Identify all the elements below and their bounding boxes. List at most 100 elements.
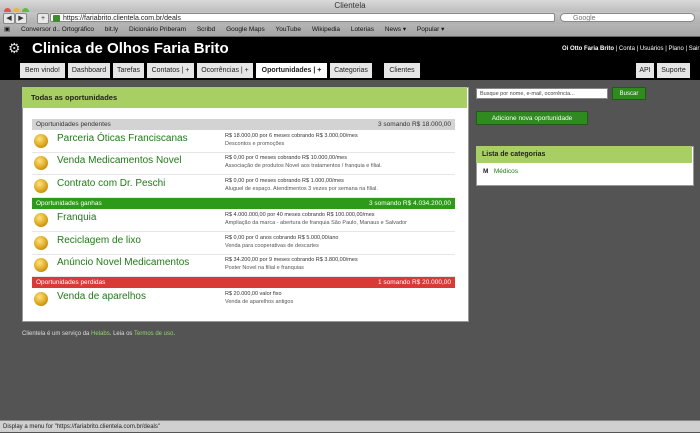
section-title: Oportunidades ganhas: [36, 200, 102, 207]
bookmark-item[interactable]: Dicionário Priberam: [129, 26, 186, 33]
bookmark-item[interactable]: Loterias: [351, 26, 374, 33]
categories-title: Lista de categorias: [476, 146, 692, 163]
browser-search-placeholder: Google: [573, 15, 596, 22]
favicon-icon: [53, 15, 60, 22]
tab-oportunidades[interactable]: Oportunidades | +: [256, 63, 327, 78]
section-title: Oportunidades pendentes: [36, 121, 111, 128]
forward-icon[interactable]: ▶: [15, 13, 27, 24]
category-badge: M: [483, 168, 489, 175]
user-links: Oi Otto Faria Brito | Conta | Usuários |…: [562, 46, 700, 52]
deal-value: R$ 0,00 por 0 anos cobrando R$ 5.000,00/…: [225, 235, 339, 241]
bookmark-item[interactable]: Conversor d.. Ortográfico: [21, 26, 94, 33]
bookmark-item[interactable]: bit.ly: [105, 26, 118, 33]
add-bookmark-icon[interactable]: +: [37, 13, 49, 24]
deal-row[interactable]: Franquia R$ 4.000.000,00 por 40 meses co…: [32, 209, 455, 232]
deal-description: Associação de produtos Novel aos tratame…: [225, 163, 382, 169]
deal-name[interactable]: Reciclagem de lixo: [57, 235, 141, 246]
deal-value: R$ 0,00 por 0 meses cobrando R$ 1.000,00…: [225, 178, 344, 184]
section-summary: 1 somando R$ 20.000,00: [378, 279, 451, 286]
category-item: M Médicos: [483, 168, 518, 175]
deal-row[interactable]: Parceria Óticas Franciscanas R$ 18.000,0…: [32, 130, 455, 153]
gear-icon: ⚙: [8, 40, 21, 56]
tab-tarefas[interactable]: Tarefas: [113, 63, 144, 78]
browser-search-field[interactable]: Google: [560, 13, 695, 22]
deal-row[interactable]: Venda Medicamentos Novel R$ 0,00 por 0 m…: [32, 152, 455, 175]
footer-text: Clientela é um serviço da: [22, 331, 92, 337]
coins-icon: [34, 134, 48, 148]
bookmark-item[interactable]: News ▾: [385, 26, 406, 33]
panel-title: Todas as oportunidades: [22, 87, 467, 108]
section-summary: 3 somando R$ 18.000,00: [378, 121, 451, 128]
coins-icon: [34, 236, 48, 250]
url-text: https://fariabrito.clientela.com.br/deal…: [63, 15, 181, 22]
tab-ocorrencias[interactable]: Ocorrências | +: [197, 63, 253, 78]
bookmark-item[interactable]: Google Maps: [226, 26, 265, 33]
section-title: Oportunidades perdidas: [36, 279, 106, 286]
user-greeting: Oi Otto Faria Brito: [562, 46, 615, 52]
tab-clientes[interactable]: Clientes: [384, 63, 420, 78]
coins-icon: [34, 179, 48, 193]
footer-text: .: [173, 331, 176, 337]
deal-value: R$ 18.000,00 por 6 meses cobrando R$ 3.0…: [225, 133, 358, 139]
deal-name[interactable]: Anúncio Novel Medicamentos: [57, 257, 189, 268]
deal-value: R$ 20.000,00 valor fixo: [225, 291, 282, 297]
deal-description: Aluguel de espaço. Atendimentos 3 vezes …: [225, 186, 378, 192]
search-button[interactable]: Buscar: [612, 87, 646, 100]
category-link-medicos[interactable]: Médicos: [494, 168, 518, 175]
window-title: Clientela: [334, 1, 366, 10]
window-titlebar: Clientela: [0, 0, 700, 12]
address-bar[interactable]: https://fariabrito.clientela.com.br/deal…: [50, 13, 555, 22]
deal-description: Venda de aparelhos antigos: [225, 299, 294, 305]
section-won-header: Oportunidades ganhas 3 somando R$ 4.034.…: [32, 198, 455, 209]
tab-dashboard[interactable]: Dashboard: [68, 63, 110, 78]
footer-text: . Leia os: [109, 331, 134, 337]
deal-row[interactable]: Contrato com Dr. Peschi R$ 0,00 por 0 me…: [32, 175, 455, 198]
deal-row[interactable]: Reciclagem de lixo R$ 0,00 por 0 anos co…: [32, 232, 455, 255]
deal-description: Ampliação da marca - abertura de franqui…: [225, 220, 407, 226]
bookmark-item[interactable]: Scribd: [197, 26, 215, 33]
tab-bem-vindo[interactable]: Bem vindo!: [20, 63, 65, 78]
deal-description: Poster Novel na filial e franquias: [225, 265, 304, 271]
section-pending-header: Oportunidades pendentes 3 somando R$ 18.…: [32, 119, 455, 130]
status-bar: Display a menu for "https://fariabrito.c…: [0, 420, 700, 432]
coins-icon: [34, 156, 48, 170]
tab-api[interactable]: API: [636, 63, 654, 78]
bookmark-item[interactable]: YouTube: [275, 26, 301, 33]
deal-row[interactable]: Venda de aparelhos R$ 20.000,00 valor fi…: [32, 288, 455, 310]
back-icon[interactable]: ◀: [3, 13, 15, 24]
bookmark-item[interactable]: Wikipedia: [312, 26, 340, 33]
deal-description: Venda para cooperativas de descartes: [225, 243, 319, 249]
deal-name[interactable]: Venda de aparelhos: [57, 291, 146, 302]
tab-contatos[interactable]: Contatos | +: [147, 63, 194, 78]
coins-icon: [34, 292, 48, 306]
terms-link[interactable]: Termos de uso: [134, 331, 173, 337]
deal-name[interactable]: Venda Medicamentos Novel: [57, 155, 182, 166]
deal-value: R$ 0,00 por 0 meses cobrando R$ 10.000,0…: [225, 155, 347, 161]
link-usuarios[interactable]: Usuários: [640, 46, 664, 52]
tab-categorias[interactable]: Categorias: [330, 63, 372, 78]
bookmark-item[interactable]: Popular ▾: [417, 26, 444, 33]
deal-name[interactable]: Contrato com Dr. Peschi: [57, 178, 165, 189]
bookmarks-bar: ▣ Conversor d.. Ortográfico bit.ly Dicio…: [0, 24, 700, 37]
deal-value: R$ 34.200,00 por 9 meses cobrando R$ 3.8…: [225, 257, 358, 263]
section-lost-header: Oportunidades perdidas 1 somando R$ 20.0…: [32, 277, 455, 288]
deal-row[interactable]: Anúncio Novel Medicamentos R$ 34.200,00 …: [32, 254, 455, 277]
page-footer: Clientela é um serviço da Helabs. Leia o…: [22, 331, 175, 337]
app-title: Clinica de Olhos Faria Brito: [32, 40, 229, 57]
status-text: Display a menu for "https://fariabrito.c…: [3, 424, 160, 430]
section-summary: 3 somando R$ 4.034.200,00: [368, 200, 451, 207]
search-input[interactable]: Busque por nome, e-mail, ocorrência...: [476, 88, 608, 99]
helabs-link[interactable]: Helabs: [91, 331, 110, 337]
coins-icon: [34, 258, 48, 272]
deal-description: Descontos e promoções: [225, 141, 285, 147]
link-sair[interactable]: Sair: [689, 46, 700, 52]
bookmarks-icon[interactable]: ▣: [4, 26, 10, 33]
add-deal-button[interactable]: Adicione nova oportunidade: [476, 111, 588, 125]
deal-name[interactable]: Parceria Óticas Franciscanas: [57, 133, 188, 144]
tab-suporte[interactable]: Suporte: [657, 63, 690, 78]
link-conta[interactable]: Conta: [619, 46, 635, 52]
deal-name[interactable]: Franquia: [57, 212, 96, 223]
link-plano[interactable]: Plano: [668, 46, 683, 52]
deal-value: R$ 4.000.000,00 por 40 meses cobrando R$…: [225, 212, 375, 218]
coins-icon: [34, 213, 48, 227]
